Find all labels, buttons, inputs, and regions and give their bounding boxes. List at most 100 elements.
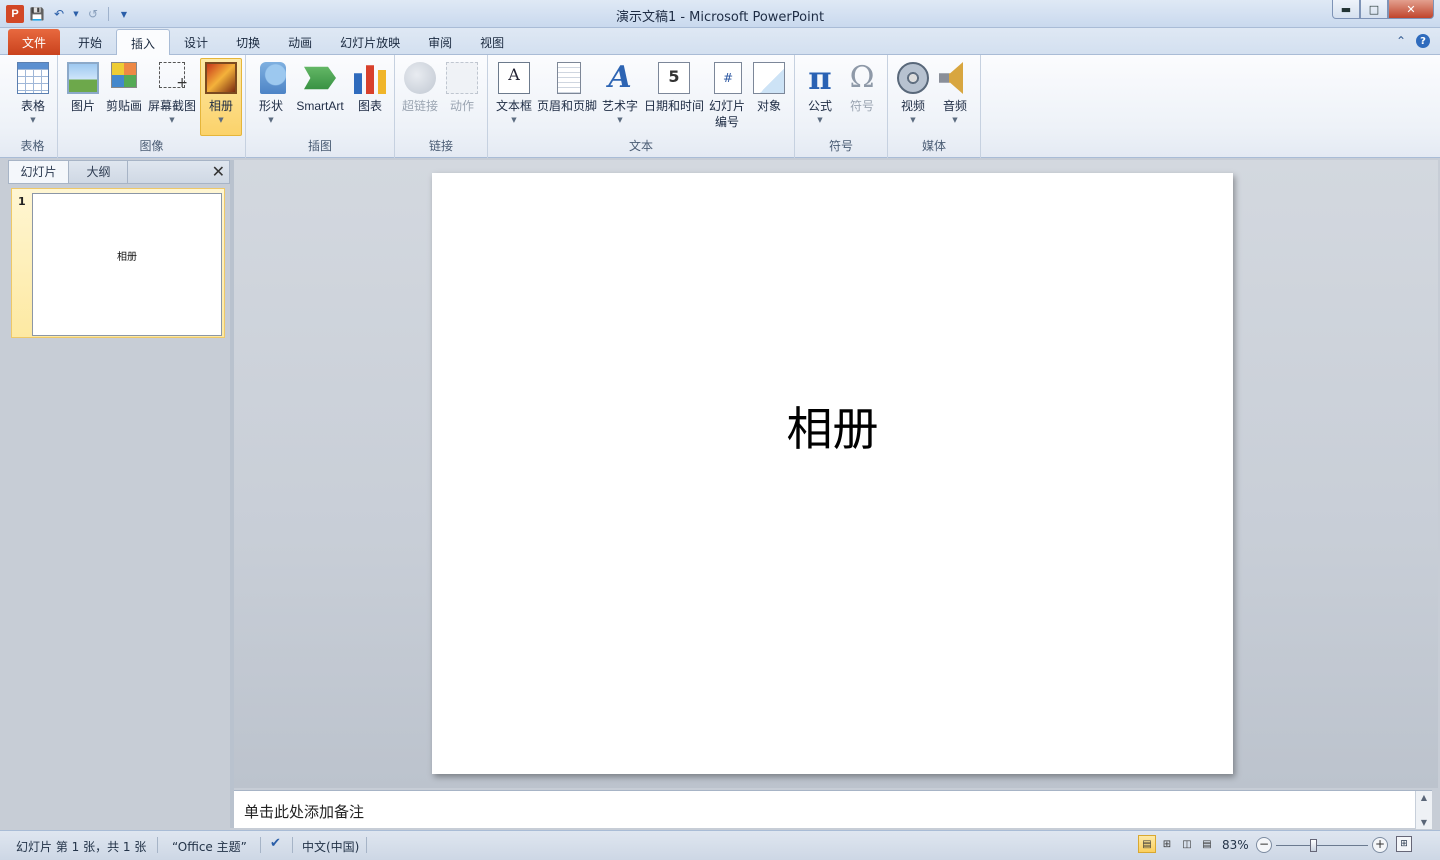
object-button[interactable]: 对象 <box>750 58 788 136</box>
wordart-button-label: 艺术字 <box>601 99 638 113</box>
tab-animations[interactable]: 动画 <box>274 29 326 55</box>
close-icon[interactable]: ✕ <box>1388 0 1434 19</box>
screenshot-icon <box>159 62 188 91</box>
scroll-up-icon[interactable]: ▲ <box>1421 793 1427 802</box>
omega-icon: Ω <box>849 60 875 95</box>
symbol-button-label: 符号 <box>849 99 874 113</box>
zoom-slider-thumb[interactable] <box>1310 839 1317 852</box>
chart-button[interactable]: 图表 <box>350 58 390 136</box>
photo-album-button[interactable]: 相册 ▼ <box>200 58 242 136</box>
tab-transitions[interactable]: 切换 <box>222 29 274 55</box>
shapes-button[interactable]: 形状 ▼ <box>252 58 290 136</box>
textbox-button[interactable]: A 文本框 ▼ <box>492 58 536 136</box>
spell-check-icon[interactable]: ✔ <box>270 836 288 852</box>
date-time-button[interactable]: 5 日期和时间 <box>642 58 706 136</box>
ribbon: 表格 ▼ 表格 图片 剪贴画 屏幕截图 ▼ 相册 ▼ 图像 形状 ▼ <box>0 55 1440 158</box>
clipart-button[interactable]: 剪贴画 <box>104 58 144 136</box>
view-buttons: ▤ ⊞ ◫ ▤ <box>1138 835 1216 853</box>
notes-pane[interactable]: 单击此处添加备注 ▲ ▼ <box>234 790 1432 829</box>
language-status[interactable]: 中文(中国) <box>302 838 359 855</box>
zoom-slider-track[interactable] <box>1276 845 1368 846</box>
slide-number-label-line2: 编号 <box>714 115 739 129</box>
group-tables: 表格 ▼ 表格 <box>8 55 58 158</box>
reading-view-icon[interactable]: ◫ <box>1178 835 1196 853</box>
picture-icon <box>67 62 99 94</box>
pi-icon: π <box>808 59 832 97</box>
object-icon <box>753 62 785 94</box>
action-button-label: 动作 <box>449 99 474 113</box>
slide-number-label-line1: 幻灯片 <box>708 99 745 113</box>
symbol-button[interactable]: Ω 符号 <box>843 58 881 136</box>
zoom-in-icon[interactable]: + <box>1372 837 1388 853</box>
header-footer-button[interactable]: 页眉和页脚 <box>536 58 598 136</box>
slides-pane-tabs: 幻灯片 大纲 ✕ <box>8 160 230 184</box>
screenshot-button-label: 屏幕截图 <box>147 99 196 113</box>
tab-slideshow[interactable]: 幻灯片放映 <box>326 29 414 55</box>
chevron-down-icon: ▼ <box>952 116 958 124</box>
group-label-images: 图像 <box>139 139 164 153</box>
ribbon-tab-bar: 文件 开始 插入 设计 切换 动画 幻灯片放映 审阅 视图 ⌃ ? <box>0 28 1440 56</box>
equation-button[interactable]: π 公式 ▼ <box>801 58 839 136</box>
screenshot-button[interactable]: 屏幕截图 ▼ <box>146 58 198 136</box>
wordart-button[interactable]: A 艺术字 ▼ <box>600 58 640 136</box>
clipart-icon <box>111 62 137 88</box>
table-button-label: 表格 <box>20 99 45 113</box>
normal-view-icon[interactable]: ▤ <box>1138 835 1156 853</box>
hyperlink-button[interactable]: 超链接 <box>399 58 441 136</box>
audio-button[interactable]: 音频 ▼ <box>936 58 974 136</box>
chevron-down-icon: ▼ <box>617 116 623 124</box>
date-time-button-label: 日期和时间 <box>643 99 704 113</box>
tab-file[interactable]: 文件 <box>8 29 61 55</box>
group-links: 超链接 动作 链接 <box>395 55 488 158</box>
slide-thumbnail-item[interactable]: 1 相册 <box>11 188 225 338</box>
chevron-down-icon: ▼ <box>218 116 224 124</box>
status-separator <box>157 837 158 853</box>
tab-insert[interactable]: 插入 <box>116 29 171 56</box>
group-symbols: π 公式 ▼ Ω 符号 符号 <box>795 55 888 158</box>
slide-canvas[interactable]: 相册 <box>432 173 1233 774</box>
video-button[interactable]: 视频 ▼ <box>894 58 932 136</box>
slide-sorter-view-icon[interactable]: ⊞ <box>1158 835 1176 853</box>
close-icon[interactable]: ✕ <box>212 163 225 181</box>
photo-album-button-label: 相册 <box>208 99 233 113</box>
picture-button[interactable]: 图片 <box>64 58 102 136</box>
slide-title[interactable]: 相册 <box>432 393 1233 459</box>
status-separator <box>260 837 261 853</box>
fit-to-window-icon[interactable]: ⊞ <box>1396 836 1412 852</box>
maximize-icon[interactable]: □ <box>1360 0 1388 19</box>
slide-number-button[interactable]: # 幻灯片 编号 <box>706 58 748 136</box>
window-title: 演示文稿1 - Microsoft PowerPoint <box>615 10 825 25</box>
minimize-ribbon-icon[interactable]: ⌃ <box>1396 34 1406 48</box>
notes-scrollbar[interactable]: ▲ ▼ <box>1415 791 1432 829</box>
audio-button-label: 音频 <box>942 99 967 113</box>
tab-design[interactable]: 设计 <box>170 29 222 55</box>
minimize-icon[interactable]: ▬ <box>1332 0 1360 19</box>
zoom-level[interactable]: 83% <box>1222 838 1249 852</box>
smartart-button-label: SmartArt <box>296 99 344 113</box>
tab-outline[interactable]: 大纲 <box>70 161 128 183</box>
chevron-down-icon: ▼ <box>511 116 517 124</box>
tab-view[interactable]: 视图 <box>466 29 518 55</box>
tab-review[interactable]: 审阅 <box>414 29 466 55</box>
tab-slides[interactable]: 幻灯片 <box>9 161 69 183</box>
slideshow-view-icon[interactable]: ▤ <box>1198 835 1216 853</box>
slide-thumbnail[interactable]: 相册 <box>32 193 222 336</box>
chart-button-label: 图表 <box>357 99 382 113</box>
theme-status: “Office 主题” <box>172 840 247 854</box>
table-button[interactable]: 表格 ▼ <box>10 58 56 136</box>
group-label-tables: 表格 <box>20 139 45 153</box>
action-button[interactable]: 动作 <box>443 58 481 136</box>
chevron-down-icon: ▼ <box>169 116 175 124</box>
smartart-button[interactable]: SmartArt <box>292 58 348 136</box>
group-label-symbols: 符号 <box>828 139 853 153</box>
notes-placeholder[interactable]: 单击此处添加备注 <box>244 801 364 822</box>
zoom-out-icon[interactable]: − <box>1256 837 1272 853</box>
object-button-label: 对象 <box>756 99 781 113</box>
photo-album-icon <box>205 62 237 94</box>
help-icon[interactable]: ? <box>1416 34 1430 48</box>
table-icon <box>17 62 49 94</box>
slide-count-status: 幻灯片 第 1 张，共 1 张 <box>16 840 147 854</box>
scroll-down-icon[interactable]: ▼ <box>1421 818 1427 827</box>
action-icon <box>446 62 478 94</box>
tab-home[interactable]: 开始 <box>64 29 116 55</box>
